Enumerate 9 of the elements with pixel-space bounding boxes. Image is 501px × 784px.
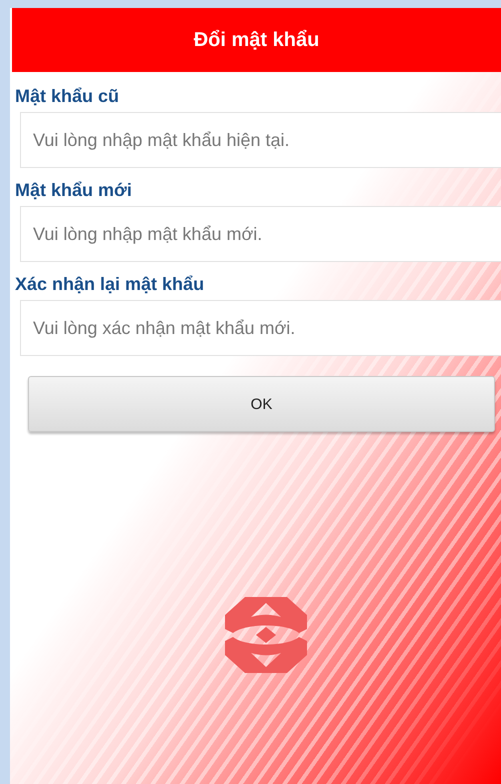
password-field[interactable]: Vui lòng nhập mật khẩu hiện tại. [20,112,501,168]
field-label: Mật khẩu mới [15,180,133,201]
password-field[interactable]: Vui lòng nhập mật khẩu mới. [20,206,501,262]
field-label: Mật khẩu cũ [15,86,120,107]
field-label: Xác nhận lại mật khẩu [15,274,206,295]
logo-icon [224,597,306,673]
password-field[interactable]: Vui lòng xác nhận mật khẩu mới. [20,300,501,356]
screen-title: Đổi mật khẩu [194,28,320,52]
ok-button[interactable]: OK [28,376,495,432]
